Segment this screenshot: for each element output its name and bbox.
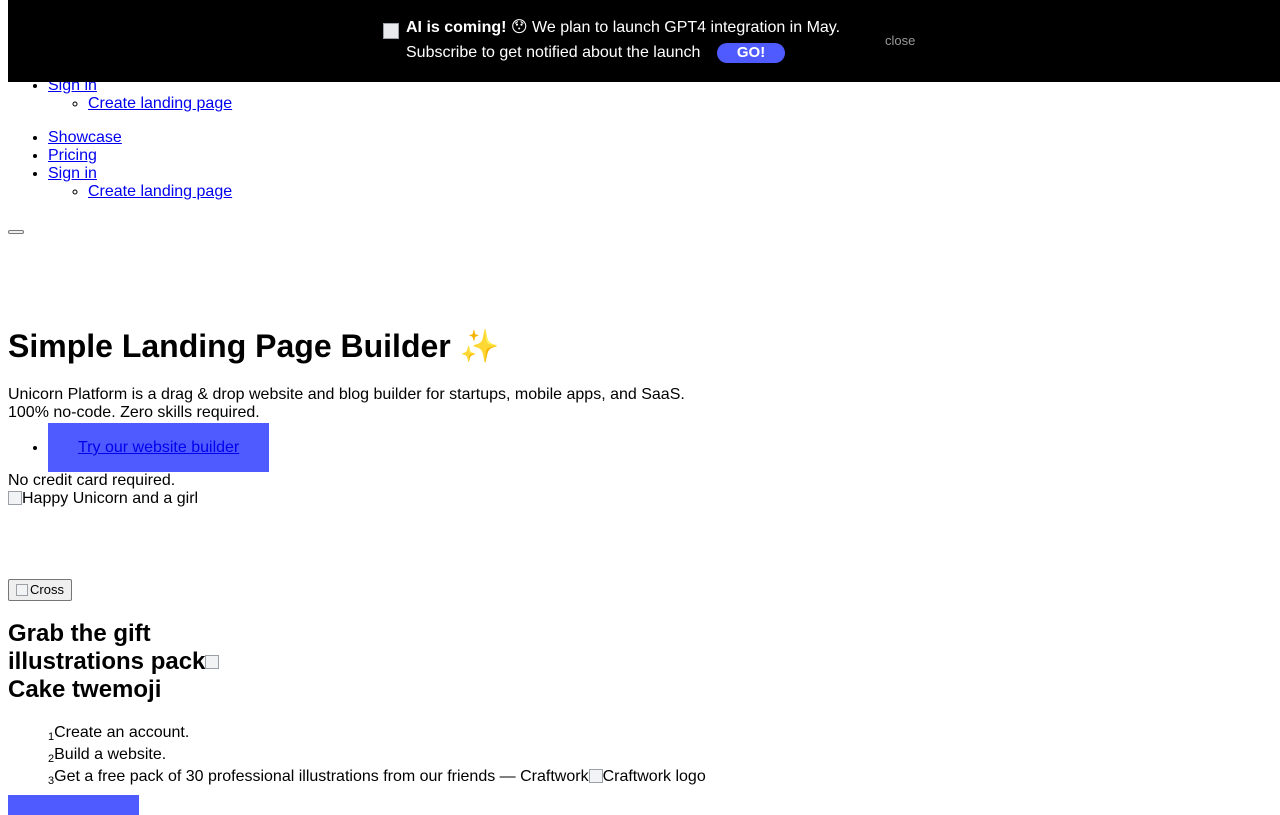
cake-icon — [205, 655, 220, 669]
broken-image-icon — [383, 23, 399, 39]
go-button[interactable]: GO! — [716, 42, 786, 63]
create-account-button[interactable] — [8, 795, 139, 815]
menu-toggle-button[interactable] — [8, 230, 24, 234]
nav-list: Showcase Pricing Sign in Create landing … — [8, 129, 1280, 201]
nav-item-showcase: Showcase — [48, 129, 1280, 147]
hero-image-alt: Happy Unicorn and a girl — [22, 490, 199, 507]
nav-sublist: Create landing page — [48, 95, 1280, 113]
hero-subtitle: Unicorn Platform is a drag & drop websit… — [8, 386, 685, 422]
cta-list: Try our website builder — [8, 423, 269, 472]
hero-title: Simple Landing Page Builder ✨ — [8, 322, 499, 370]
nav-subitem-2: Create landing page — [88, 183, 1280, 201]
close-banner-button[interactable]: close — [885, 33, 915, 48]
hero-image: Happy Unicorn and a girl — [8, 490, 198, 508]
craftwork-logo-icon — [588, 769, 603, 783]
sparkles-icon: ✨ — [459, 328, 500, 364]
gift-steps: 1Create an account. 2Build a website. 3G… — [8, 724, 706, 790]
pricing-link[interactable]: Pricing — [48, 147, 97, 164]
gift-title: Grab the gift illustrations packCake twe… — [8, 620, 248, 704]
showcase-link[interactable]: Showcase — [48, 129, 122, 146]
no-credit-card-note: No credit card required. — [8, 472, 176, 489]
banner-emoji: 😯 — [510, 19, 528, 36]
step-text: Get a free pack of 30 professional illus… — [54, 768, 589, 785]
step-text: Create an account. — [54, 724, 190, 741]
nav-subitem: Create landing page — [88, 95, 1280, 113]
cta-item: Try our website builder — [48, 423, 269, 472]
step-item: 1Create an account. — [48, 724, 706, 746]
nav-list-top: Sign in Create landing page — [8, 77, 1280, 113]
craftwork-logo-alt: Craftwork logo — [602, 768, 706, 785]
gift-title-text: Grab the gift illustrations pack — [8, 620, 206, 675]
hero-subtitle-line2: 100% no-code. Zero skills required. — [8, 404, 260, 421]
announcement-banner: AI is coming! 😯 We plan to launch GPT4 i… — [8, 0, 1280, 82]
banner-message: We plan to launch GPT4 integration in Ma… — [532, 19, 841, 36]
cross-icon — [16, 584, 28, 596]
cross-alt-text: Cross — [30, 582, 64, 597]
create-landing-page-link[interactable]: Create landing page — [88, 95, 232, 112]
nav-item-pricing: Pricing — [48, 147, 1280, 165]
banner-subscribe-text: Subscribe to get notified about the laun… — [406, 44, 701, 61]
nav-item-sign-in-2: Sign in Create landing page — [48, 165, 1280, 201]
close-gift-button[interactable]: Cross — [8, 579, 72, 601]
step-item: 2Build a website. — [48, 746, 706, 768]
banner-headline: AI is coming! — [406, 19, 507, 36]
hero-title-text: Simple Landing Page Builder — [8, 328, 451, 364]
banner-text: AI is coming! 😯 We plan to launch GPT4 i… — [406, 15, 866, 65]
sign-in-link-2[interactable]: Sign in — [48, 165, 97, 182]
try-builder-button[interactable]: Try our website builder — [48, 423, 269, 472]
step-item: 3Get a free pack of 30 professional illu… — [48, 768, 706, 790]
hero-subtitle-line1: Unicorn Platform is a drag & drop websit… — [8, 386, 685, 403]
cake-alt-text: Cake twemoji — [8, 676, 162, 703]
nav-item-sign-in: Sign in Create landing page — [48, 77, 1280, 113]
create-landing-page-link-2[interactable]: Create landing page — [88, 183, 232, 200]
broken-image-icon — [8, 491, 22, 505]
step-text: Build a website. — [54, 746, 167, 763]
try-builder-link[interactable]: Try our website builder — [78, 439, 239, 456]
nav-sublist-2: Create landing page — [48, 183, 1280, 201]
